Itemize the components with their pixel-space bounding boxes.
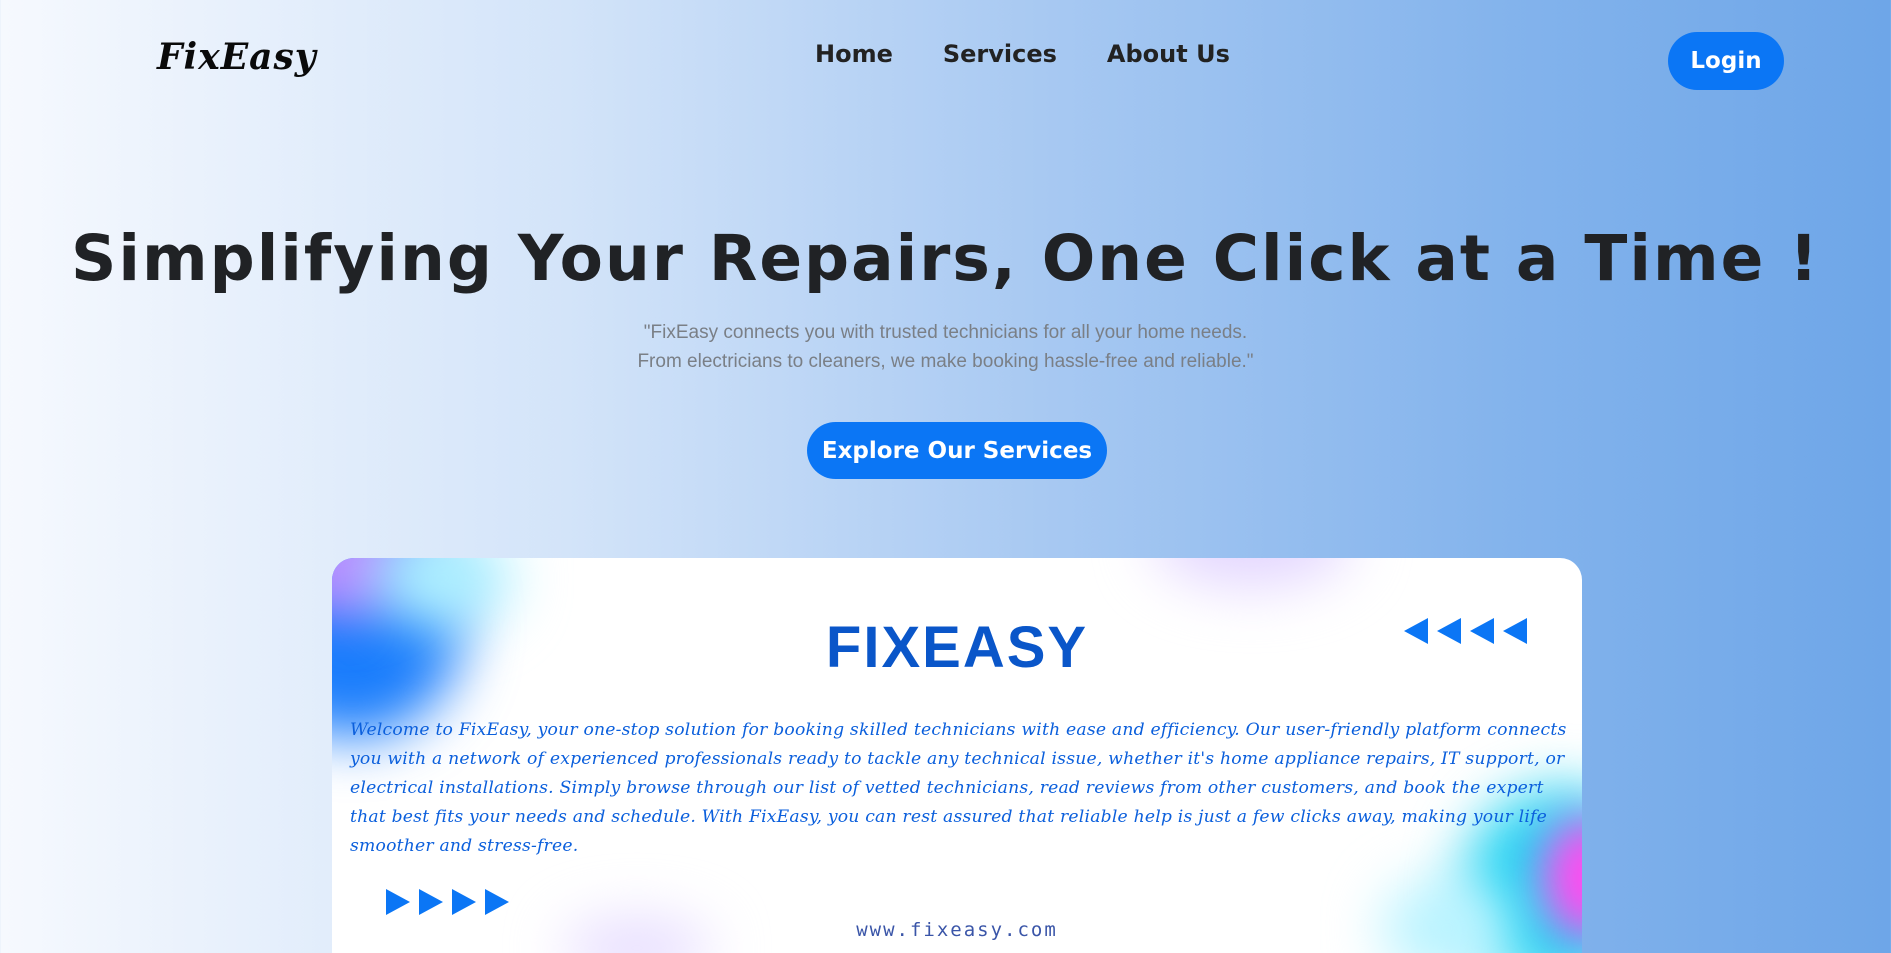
explore-services-button[interactable]: Explore Our Services <box>807 422 1107 479</box>
login-button[interactable]: Login <box>1668 32 1784 90</box>
navbar: FixEasy Home Services About Us Login <box>0 0 1891 120</box>
nav-link-home[interactable]: Home <box>815 40 893 68</box>
card-description: Welcome to FixEasy, your one-stop soluti… <box>350 720 1567 856</box>
nav-links: Home Services About Us <box>815 40 1230 68</box>
nav-link-services[interactable]: Services <box>943 40 1057 68</box>
hero-subtitle-line-2: From electricians to cleaners, we make b… <box>637 351 1254 372</box>
nav-link-about-us[interactable]: About Us <box>1107 40 1230 68</box>
hero-subtitle-line-1: "FixEasy connects you with trusted techn… <box>643 322 1248 343</box>
decor-blob <box>1152 558 1352 588</box>
website-url[interactable]: www.fixeasy.com <box>332 919 1582 941</box>
hero-title: Simplifying Your Repairs, One Click at a… <box>71 222 1820 295</box>
triangle-left-icon <box>1404 618 1527 644</box>
triangle-right-icon <box>386 889 509 915</box>
hero-subtitle: "FixEasy connects you with trusted techn… <box>0 318 1891 376</box>
card-title: FIXEASY <box>825 615 1089 680</box>
logo[interactable]: FixEasy <box>157 36 317 78</box>
about-card: FIXEASY Welcome to FixEasy, your one-sto… <box>332 558 1582 953</box>
